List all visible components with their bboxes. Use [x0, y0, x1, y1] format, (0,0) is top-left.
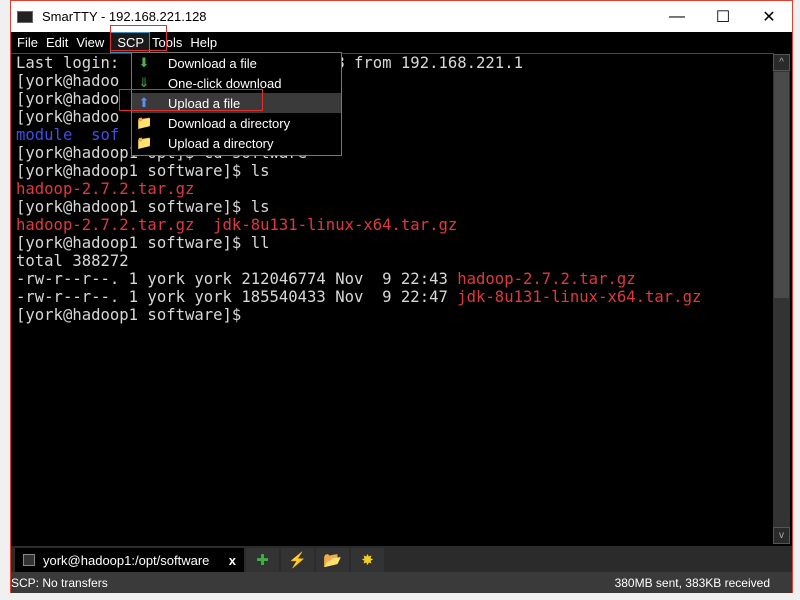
menu-edit[interactable]: Edit: [44, 32, 74, 53]
line-text: -rw-r--r--. 1 york york 185540433 Nov 9 …: [16, 288, 458, 306]
maximize-button[interactable]: ☐: [700, 1, 746, 32]
menu-item-upload-a-directory[interactable]: 📁 Upload a directory: [132, 133, 341, 153]
vertical-scrollbar[interactable]: ^ v: [773, 54, 790, 544]
menu-item-label: Download a file: [168, 55, 257, 71]
terminal-line: [york@hadoop1 opt]$ cd software: [16, 144, 772, 162]
terminal-line: total 388272: [16, 252, 772, 270]
line-text: [york@hadoo: [16, 108, 120, 126]
line-text: total 388272: [16, 252, 129, 270]
minimize-button[interactable]: —: [654, 1, 700, 32]
tab-close-icon[interactable]: x: [229, 553, 236, 568]
double-arrow-down-green-icon: ⇓: [138, 75, 150, 90]
scroll-down-icon[interactable]: v: [773, 527, 790, 544]
line-text: [york@hadoop1 software]$ ls: [16, 198, 270, 216]
scp-status: SCP: No transfers: [11, 575, 108, 590]
sun-icon[interactable]: ✸: [351, 548, 384, 572]
menu-help[interactable]: Help: [188, 32, 223, 53]
terminal-line: Last login: 018 from 192.168.221.1: [16, 54, 772, 72]
terminal-output[interactable]: Last login: 018 from 192.168.221.1[york@…: [16, 54, 772, 544]
line-text: [york@hadoop1 software]$: [16, 306, 242, 324]
line-text: [york@hadoop1 software]$ ls: [16, 162, 270, 180]
highlight-upload-file: [119, 89, 263, 111]
menu-file[interactable]: File: [15, 32, 44, 53]
file-name: jdk-8u131-linux-x64.tar.gz: [457, 288, 702, 306]
new-session-icon[interactable]: ✚: [246, 548, 279, 572]
line-text: hadoop-2.7.2.tar.gz: [16, 180, 195, 198]
terminal-icon: [23, 554, 35, 566]
folder-upload-icon: 📁: [136, 135, 153, 150]
line-text: [york@hadoo: [16, 90, 120, 108]
terminal-app-icon: [17, 10, 33, 23]
close-button[interactable]: ✕: [746, 1, 792, 32]
highlight-scp-menu: [110, 25, 167, 51]
lightning-icon[interactable]: ⚡: [281, 548, 314, 572]
terminal-line: [york@hadoo: [16, 72, 772, 90]
menu-item-download-a-directory[interactable]: 📁 Download a directory: [132, 113, 341, 133]
terminal-line: [york@hadoop1 software]$ ll: [16, 234, 772, 252]
terminal-line: hadoop-2.7.2.tar.gz jdk-8u131-linux-x64.…: [16, 216, 772, 234]
transfer-stats: 380MB sent, 383KB received: [614, 575, 770, 590]
folder-download-icon: 📁: [136, 115, 153, 130]
line-text: hadoop-2.7.2.tar.gz jdk-8u131-linux-x64.…: [16, 216, 458, 234]
menu-item-label: Upload a directory: [168, 135, 274, 151]
open-folder-icon[interactable]: 📂: [316, 548, 349, 572]
menu-item-download-a-file[interactable]: ⬇ Download a file: [132, 53, 341, 73]
tab-label: york@hadoop1:/opt/software: [43, 552, 210, 568]
tab-bar: york@hadoop1:/opt/software x ✚ ⚡ 📂 ✸: [11, 546, 792, 572]
line-text: [york@hadoo: [16, 72, 120, 90]
window-title: SmarTTY - 192.168.221.128: [42, 9, 207, 24]
terminal-line: -rw-r--r--. 1 york york 212046774 Nov 9 …: [16, 270, 772, 288]
line-text: [york@hadoop1 software]$ ll: [16, 234, 270, 252]
terminal-line: module sof: [16, 126, 772, 144]
status-bar: SCP: No transfers 380MB sent, 383KB rece…: [11, 572, 792, 593]
scrollbar-thumb[interactable]: [774, 72, 789, 298]
terminal-line: hadoop-2.7.2.tar.gz: [16, 180, 772, 198]
terminal-line: [york@hadoop1 software]$ ls: [16, 162, 772, 180]
terminal-line: -rw-r--r--. 1 york york 185540433 Nov 9 …: [16, 288, 772, 306]
line-text: module sof: [16, 126, 120, 144]
terminal-line: [york@hadoop1 software]$: [16, 306, 772, 324]
file-name: hadoop-2.7.2.tar.gz: [457, 270, 636, 288]
arrow-down-green-icon: ⬇: [138, 55, 150, 70]
line-text: -rw-r--r--. 1 york york 212046774 Nov 9 …: [16, 270, 458, 288]
terminal-line: [york@hadoop1 software]$ ls: [16, 198, 772, 216]
tab-session[interactable]: york@hadoop1:/opt/software x: [15, 548, 244, 572]
menu-view[interactable]: View: [74, 32, 110, 53]
scroll-up-icon[interactable]: ^: [773, 54, 790, 71]
menu-item-label: Download a directory: [168, 115, 291, 131]
